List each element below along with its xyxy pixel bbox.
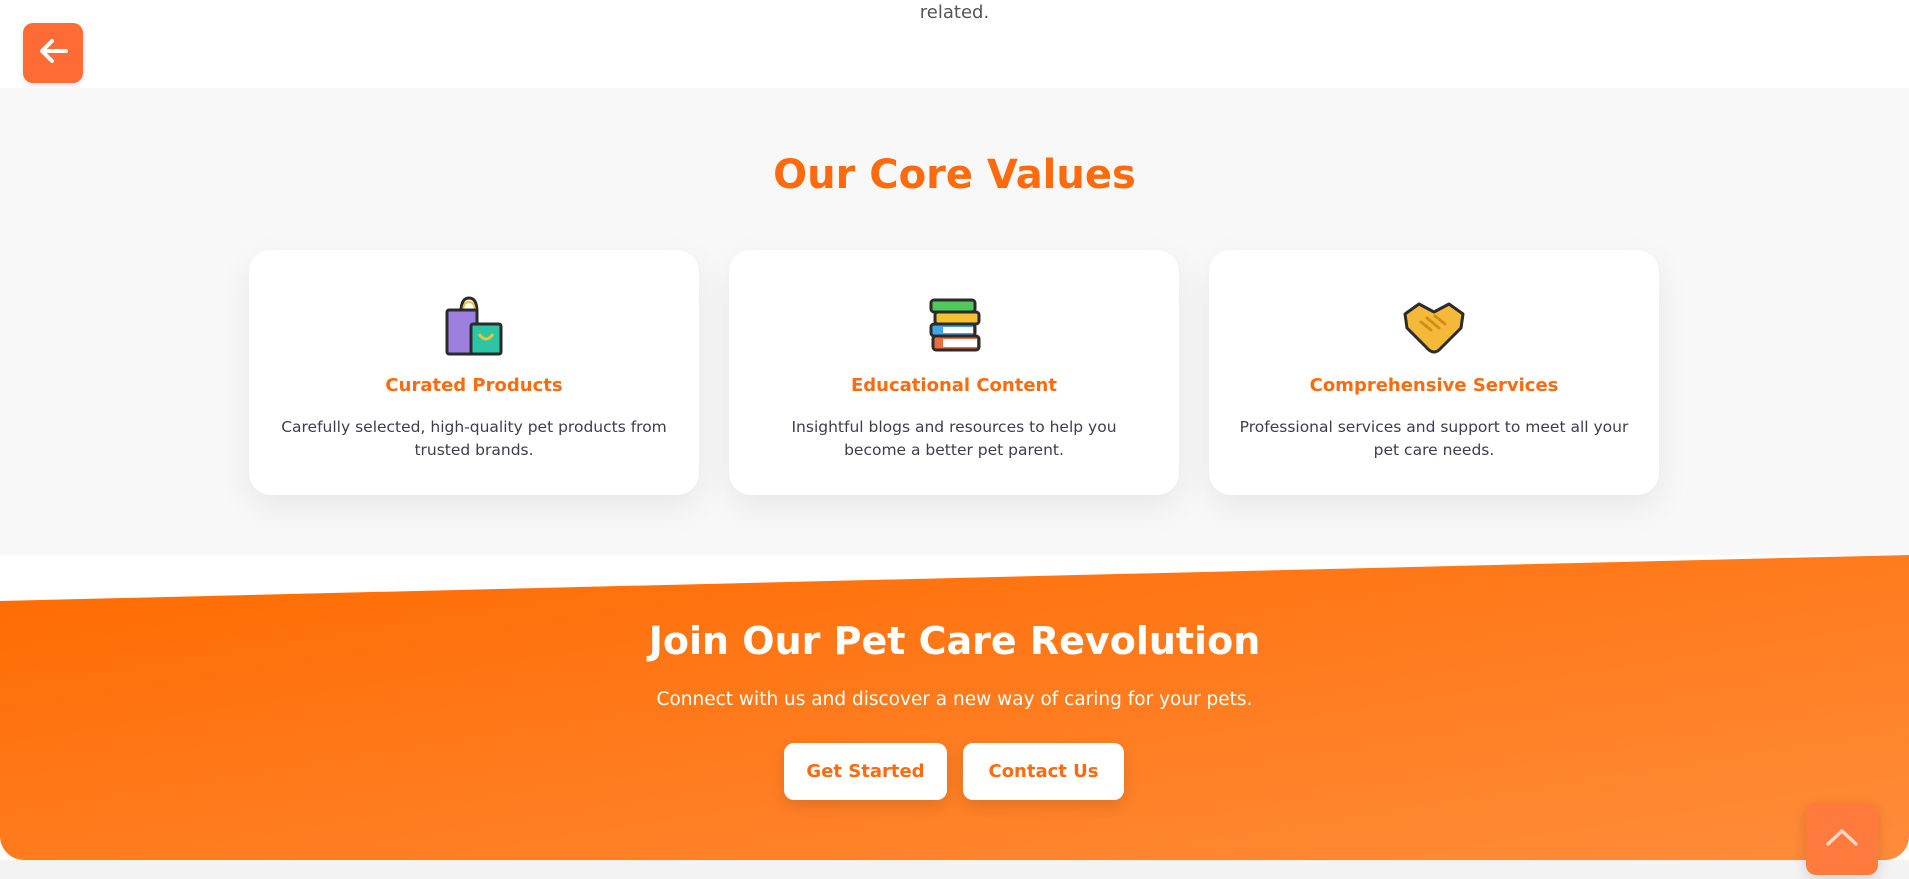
top-strip: related. xyxy=(0,0,1909,88)
chevron-up-icon xyxy=(1824,826,1860,852)
shopping-bags-icon xyxy=(249,294,699,360)
card-title: Curated Products xyxy=(385,375,563,396)
bottom-strip xyxy=(0,860,1909,879)
books-icon xyxy=(729,294,1179,360)
card-description: Carefully selected, high-quality pet pro… xyxy=(281,418,667,459)
card-title: Educational Content xyxy=(851,375,1057,396)
cta-title: Join Our Pet Care Revolution xyxy=(648,619,1261,663)
handshake-icon xyxy=(1209,294,1659,360)
cta-subtitle: Connect with us and discover a new way o… xyxy=(656,689,1253,710)
value-card-comprehensive-services: Comprehensive Services Professional serv… xyxy=(1209,250,1659,495)
card-description: Professional services and support to mee… xyxy=(1239,418,1629,459)
section-title: Our Core Values xyxy=(773,152,1136,198)
value-card-curated-products: Curated Products Carefully selected, hig… xyxy=(249,250,699,495)
previous-section-text: related. xyxy=(919,2,990,23)
cta-section: Join Our Pet Care Revolution Connect wit… xyxy=(0,555,1909,860)
back-button[interactable] xyxy=(23,23,83,83)
get-started-button[interactable]: Get Started xyxy=(784,743,947,800)
core-values-section: Our Core Values Curated Products Careful… xyxy=(0,88,1909,555)
value-card-educational-content: Educational Content Insightful blogs and… xyxy=(729,250,1179,495)
card-title: Comprehensive Services xyxy=(1309,375,1559,396)
card-description: Insightful blogs and resources to help y… xyxy=(791,418,1117,459)
scroll-to-top-button[interactable] xyxy=(1806,803,1878,875)
arrow-left-icon xyxy=(38,38,68,68)
contact-us-button[interactable]: Contact Us xyxy=(963,743,1124,800)
